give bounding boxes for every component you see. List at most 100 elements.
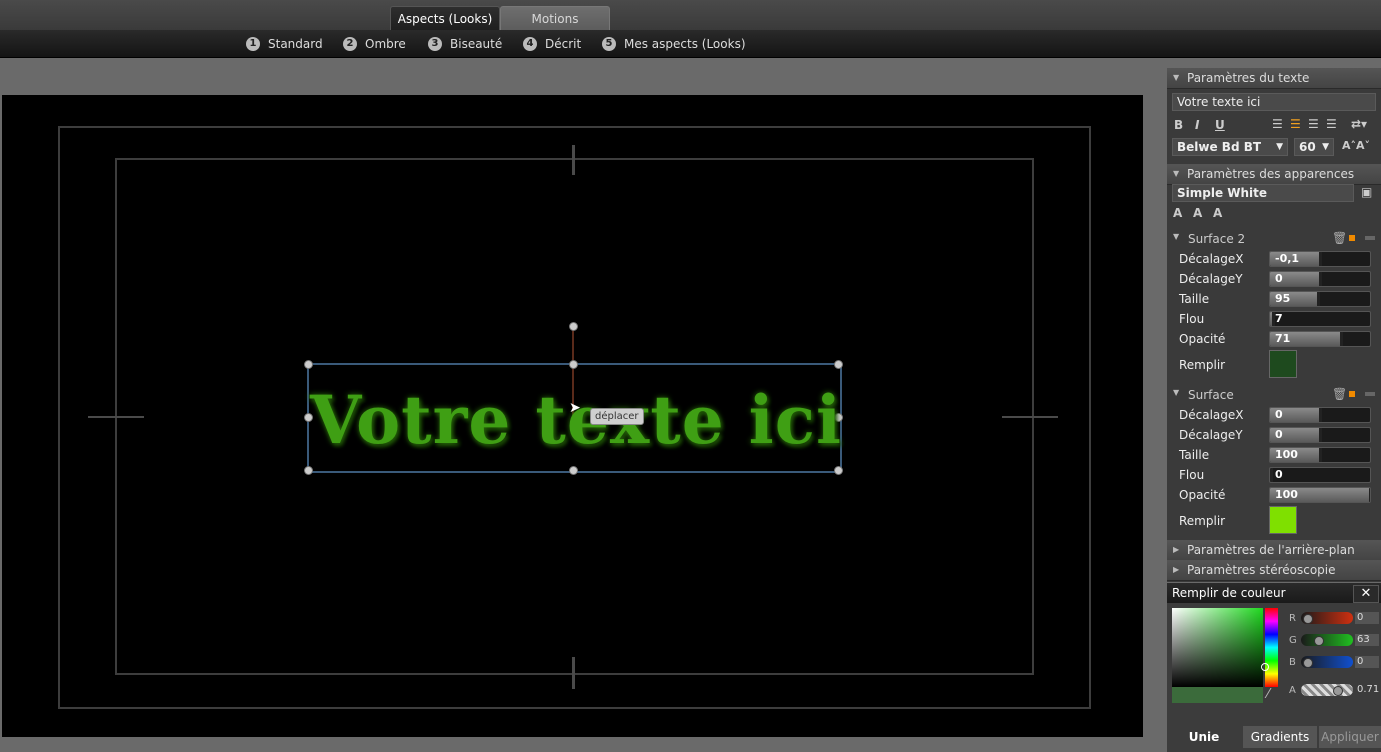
add-edge-icon[interactable]: A: [1193, 206, 1202, 220]
slider-value[interactable]: 0: [1275, 272, 1283, 286]
hue-slider[interactable]: [1265, 608, 1278, 687]
preset-outline[interactable]: 4 Décrit: [523, 35, 581, 53]
bold-button[interactable]: B: [1174, 118, 1183, 132]
surface-header[interactable]: ▼ Surface 🗑: [1167, 386, 1381, 404]
italic-button[interactable]: I: [1195, 118, 1199, 132]
blue-value[interactable]: 0: [1355, 656, 1379, 668]
surface2-header[interactable]: ▼ Surface 2 🗑: [1167, 230, 1381, 248]
font-size-select[interactable]: 60 ▼: [1294, 138, 1334, 156]
dropdown-arrow-icon: ▼: [1276, 142, 1283, 152]
surface2-param-slider[interactable]: 95: [1269, 291, 1371, 307]
text-content-input[interactable]: Votre texte ici: [1172, 93, 1376, 111]
slider-knob[interactable]: [1319, 272, 1322, 286]
surface-param-slider[interactable]: 100: [1269, 447, 1371, 463]
preset-number: 2: [343, 37, 357, 51]
background-params-header[interactable]: ▶ Paramètres de l'arrière-plan: [1167, 540, 1381, 561]
preset-shadow[interactable]: 2 Ombre: [343, 35, 406, 53]
slider-value[interactable]: -0,1: [1275, 252, 1299, 266]
blue-channel-slider[interactable]: [1301, 656, 1353, 668]
surface-fill-swatch[interactable]: [1269, 506, 1297, 534]
safe-marker-right: [1002, 416, 1058, 418]
section-title: Paramètres de l'arrière-plan: [1187, 543, 1355, 557]
add-shadow-icon[interactable]: A: [1213, 206, 1222, 220]
surface-param-slider[interactable]: 0: [1269, 467, 1371, 483]
align-center-icon[interactable]: ☰: [1290, 117, 1301, 131]
stereo-params-header[interactable]: ▶ Paramètres stéréoscopie: [1167, 560, 1381, 581]
slider-value[interactable]: 95: [1275, 292, 1290, 306]
slider-knob[interactable]: [1270, 468, 1273, 482]
surface2-param-slider[interactable]: 7: [1269, 311, 1371, 327]
slider-knob[interactable]: [1319, 428, 1322, 442]
slider-knob[interactable]: [1319, 252, 1322, 266]
layer-visibility-icon[interactable]: [1349, 235, 1355, 241]
close-button[interactable]: ✕: [1353, 585, 1379, 603]
red-channel-slider[interactable]: [1301, 612, 1353, 624]
resize-handle-b[interactable]: [569, 466, 578, 475]
surface-param-slider[interactable]: 100: [1269, 487, 1371, 503]
tab-gradients[interactable]: Gradients: [1243, 726, 1317, 748]
text-direction-icon[interactable]: ⇄▾: [1351, 117, 1367, 131]
preset-standard[interactable]: 1 Standard: [246, 35, 323, 53]
alpha-value[interactable]: 0.71: [1355, 684, 1379, 696]
slider-value[interactable]: 71: [1275, 332, 1290, 346]
layer-visibility-icon[interactable]: [1349, 391, 1355, 397]
save-icon[interactable]: ▣: [1361, 185, 1372, 199]
resize-handle-tl[interactable]: [304, 360, 313, 369]
slider-value[interactable]: 0: [1275, 408, 1283, 422]
surface2-param-slider[interactable]: 71: [1269, 331, 1371, 347]
font-value: Belwe Bd BT: [1177, 140, 1262, 154]
rotate-handle[interactable]: [569, 322, 578, 331]
layer-menu-icon[interactable]: [1365, 236, 1375, 240]
title-text[interactable]: Votre texte ici: [310, 380, 841, 460]
text-params-header[interactable]: ▼ Paramètres du texte: [1167, 68, 1381, 89]
align-right-icon[interactable]: ☰: [1308, 117, 1319, 131]
underline-button[interactable]: U: [1215, 118, 1225, 132]
slider-value[interactable]: 7: [1275, 312, 1283, 326]
saturation-value-picker[interactable]: [1172, 608, 1263, 687]
surface2-param-slider[interactable]: 0: [1269, 271, 1371, 287]
eyedropper-icon[interactable]: ⁄: [1267, 687, 1269, 702]
resize-handle-t[interactable]: [569, 360, 578, 369]
slider-knob[interactable]: [1319, 448, 1322, 462]
red-value[interactable]: 0: [1355, 612, 1379, 624]
channel-label: R: [1289, 613, 1296, 624]
add-face-icon[interactable]: A: [1173, 206, 1182, 220]
slider-knob[interactable]: [1369, 488, 1370, 502]
slider-value[interactable]: 100: [1275, 488, 1298, 502]
alpha-channel-slider[interactable]: [1301, 684, 1353, 696]
green-value[interactable]: 63: [1355, 634, 1379, 646]
green-channel-slider[interactable]: [1301, 634, 1353, 646]
preset-bevel[interactable]: 3 Biseauté: [428, 35, 502, 53]
slider-knob[interactable]: [1317, 292, 1320, 306]
surface2-param-slider[interactable]: -0,1: [1269, 251, 1371, 267]
slider-value[interactable]: 0: [1275, 428, 1283, 442]
tab-solid[interactable]: Unie: [1167, 726, 1241, 748]
slider-knob[interactable]: [1340, 332, 1343, 346]
slider-value[interactable]: 0: [1275, 468, 1283, 482]
slider-knob[interactable]: [1319, 408, 1322, 422]
color-picker-cursor[interactable]: [1261, 663, 1269, 671]
delete-layer-icon[interactable]: 🗑: [1332, 231, 1347, 245]
align-left-icon[interactable]: ☰: [1272, 117, 1283, 131]
preset-my-looks[interactable]: 5 Mes aspects (Looks): [602, 35, 746, 53]
font-grow-shrink-icon[interactable]: A˄A˅: [1342, 139, 1370, 152]
layer-menu-icon[interactable]: [1365, 392, 1375, 396]
preset-label: Ombre: [365, 37, 406, 51]
look-preset-name[interactable]: Simple White: [1172, 184, 1354, 202]
tab-motions[interactable]: Motions: [500, 6, 610, 31]
resize-handle-tr[interactable]: [834, 360, 843, 369]
title-canvas[interactable]: Votre texte ici ➤ déplacer: [2, 95, 1143, 737]
expand-triangle-icon: ▶: [1173, 545, 1180, 554]
slider-value[interactable]: 100: [1275, 448, 1298, 462]
appearance-params-header[interactable]: ▼ Paramètres des apparences: [1167, 164, 1381, 185]
tab-looks[interactable]: Aspects (Looks): [390, 6, 500, 31]
surface2-fill-swatch[interactable]: [1269, 350, 1297, 378]
surface-param-slider[interactable]: 0: [1269, 427, 1371, 443]
justify-icon[interactable]: ☰: [1326, 117, 1337, 131]
surface-param-slider[interactable]: 0: [1269, 407, 1371, 423]
delete-layer-icon[interactable]: 🗑: [1332, 387, 1347, 401]
apply-button[interactable]: Appliquer: [1319, 726, 1381, 748]
resize-handle-bl[interactable]: [304, 466, 313, 475]
font-select[interactable]: Belwe Bd BT ▼: [1172, 138, 1288, 156]
resize-handle-br[interactable]: [834, 466, 843, 475]
